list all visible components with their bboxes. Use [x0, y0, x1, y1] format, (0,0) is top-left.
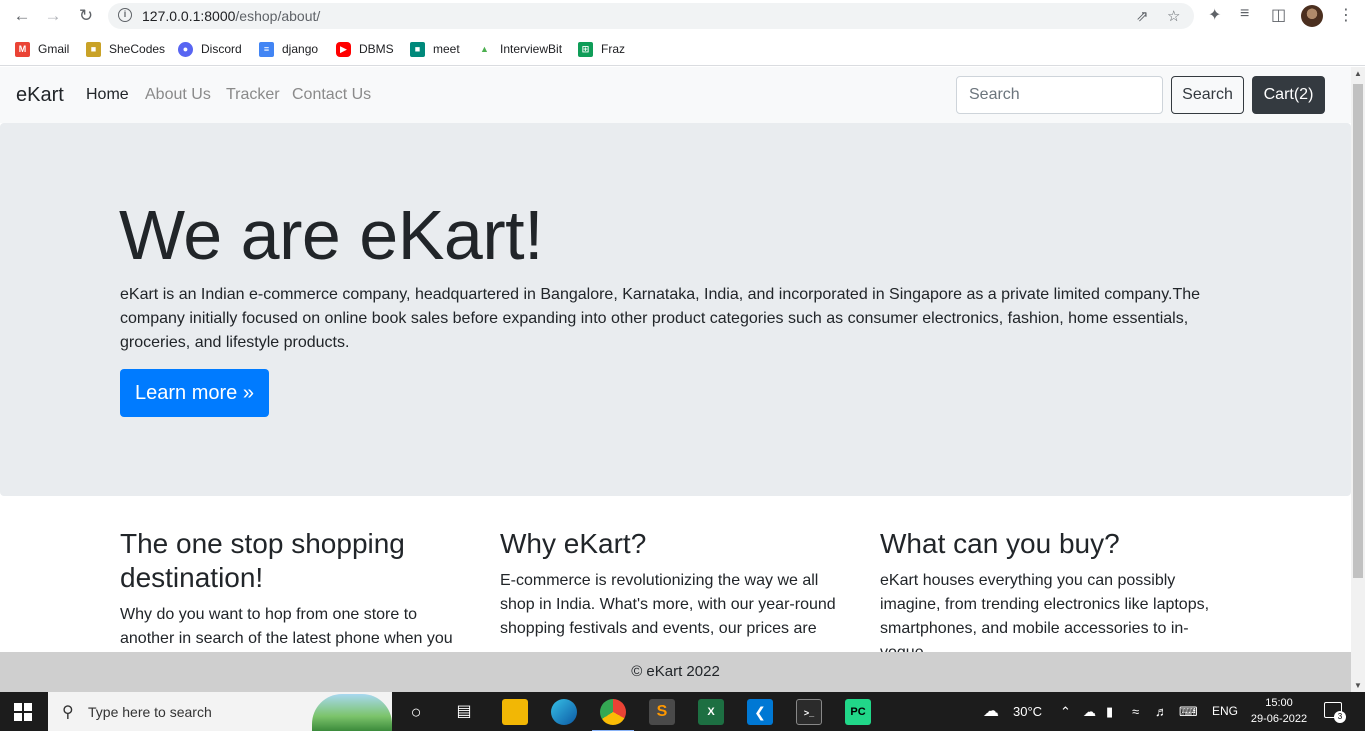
share-icon[interactable]: ⇗: [1136, 7, 1149, 25]
file-explorer-icon[interactable]: [502, 699, 528, 725]
profile-avatar[interactable]: [1301, 5, 1323, 27]
browser-toolbar: ← → ↻ i 127.0.0.1:8000/eshop/about/ ⇗ ☆ …: [0, 0, 1365, 32]
feature-text: eKart houses everything you can possibly…: [880, 572, 1210, 661]
bookmark-django[interactable]: ≡ django: [259, 40, 318, 58]
cortana-icon[interactable]: ○: [403, 699, 429, 725]
feature-column-3: What can you buy? eKart houses everythin…: [880, 527, 1230, 665]
extensions-icon[interactable]: ✦: [1208, 5, 1221, 25]
scroll-down-icon[interactable]: ▼: [1354, 681, 1362, 690]
pycharm-icon[interactable]: PC: [845, 699, 871, 725]
meet-icon: ■: [410, 41, 425, 57]
bookmark-dbms[interactable]: ▶ DBMS: [336, 40, 394, 58]
site-footer: © eKart 2022: [0, 652, 1351, 692]
system-clock[interactable]: 15:00 29-06-2022: [1244, 695, 1314, 727]
url-path: /eshop/about/: [235, 8, 321, 24]
address-bar[interactable]: i 127.0.0.1:8000/eshop/about/ ⇗ ☆: [108, 3, 1194, 29]
page-scrollbar[interactable]: ▲ ▼: [1351, 67, 1365, 692]
media-queue-icon[interactable]: ≡: [1240, 5, 1249, 23]
feature-title: The one stop shopping destination!: [120, 528, 405, 593]
forward-arrow-icon[interactable]: →: [42, 5, 64, 27]
bookmark-label: meet: [433, 42, 460, 56]
tray-expand-icon[interactable]: ⌃: [1060, 704, 1071, 720]
url-text[interactable]: 127.0.0.1:8000/eshop/about/: [142, 8, 320, 24]
bookmarks-bar: M Gmail ■ SheCodes ● Discord ≡ django ▶ DBMS …: [0, 32, 1365, 66]
bookmark-gmail[interactable]: M Gmail: [15, 40, 69, 58]
bookmark-label: Discord: [201, 42, 242, 56]
feature-text: Why do you want to hop from one store to…: [120, 606, 453, 647]
hero-title: We are eKart!: [119, 196, 544, 274]
wifi-icon[interactable]: ≈: [1132, 704, 1139, 719]
windows-taskbar: ⚲ Type here to search ○ ▤ S X ❮ >_ PC ☁ …: [0, 692, 1365, 731]
bookmark-meet[interactable]: ■ meet: [410, 40, 460, 58]
nav-link-contact[interactable]: Contact Us: [292, 86, 371, 104]
onedrive-icon[interactable]: ☁: [1083, 704, 1096, 720]
bookmark-label: SheCodes: [109, 42, 166, 56]
terminal-icon[interactable]: >_: [796, 699, 822, 725]
feature-column-2: Why eKart? E-commerce is revolutionizing…: [500, 527, 850, 641]
sheets-icon: ⊞: [578, 41, 593, 57]
bookmark-label: InterviewBit: [500, 42, 563, 56]
back-arrow-icon[interactable]: ←: [11, 5, 33, 27]
bookmark-label: Gmail: [38, 42, 70, 56]
feature-column-1: The one stop shopping destination! Why d…: [120, 527, 470, 651]
hero-description: eKart is an Indian e-commerce company, h…: [120, 286, 1201, 351]
taskbar-search[interactable]: ⚲ Type here to search: [48, 692, 392, 731]
feature-title: Why eKart?: [500, 528, 647, 559]
vscode-icon[interactable]: ❮: [747, 699, 773, 725]
scrollbar-thumb[interactable]: [1353, 84, 1363, 578]
bookmark-label: django: [282, 42, 319, 56]
battery-icon[interactable]: ▮: [1106, 704, 1113, 720]
youtube-icon: ▶: [336, 41, 351, 57]
learn-more-button[interactable]: Learn more »: [120, 369, 269, 417]
search-button[interactable]: Search: [1171, 76, 1244, 114]
bookmark-label: DBMS: [359, 42, 394, 56]
excel-icon[interactable]: X: [698, 699, 724, 725]
keyboard-icon[interactable]: ⌨: [1179, 704, 1198, 720]
site-navbar: eKart Home About Us Tracker Contact Us S…: [0, 67, 1351, 123]
interviewbit-icon: ▲: [477, 41, 492, 57]
bookmark-star-icon[interactable]: ☆: [1167, 7, 1180, 25]
search-highlight-image: [312, 694, 392, 731]
search-input[interactable]: [956, 76, 1163, 114]
chrome-icon[interactable]: [592, 699, 634, 731]
search-icon: ⚲: [62, 704, 74, 721]
task-view-icon[interactable]: ▤: [451, 699, 477, 725]
nav-link-tracker[interactable]: Tracker: [226, 86, 280, 104]
bookmark-fraz[interactable]: ⊞ Fraz: [578, 40, 625, 58]
notification-badge: 3: [1334, 711, 1346, 723]
nav-link-home[interactable]: Home: [86, 86, 129, 104]
menu-kebab-icon[interactable]: ⋮: [1338, 5, 1354, 25]
clock-date: 29-06-2022: [1250, 713, 1308, 725]
hero-jumbotron: We are eKart! eKart is an Indian e-comme…: [0, 123, 1351, 496]
reload-icon[interactable]: ↻: [75, 5, 97, 27]
scroll-up-icon[interactable]: ▲: [1354, 69, 1362, 78]
bookmark-interviewbit[interactable]: ▲ InterviewBit: [477, 40, 562, 58]
feature-title: What can you buy?: [880, 528, 1120, 559]
url-host: 127.0.0.1:8000: [142, 8, 236, 24]
discord-icon: ●: [178, 41, 193, 57]
bookmark-label: Fraz: [601, 42, 625, 56]
docs-icon: ≡: [259, 41, 274, 57]
windows-start-icon[interactable]: [14, 703, 32, 721]
info-icon[interactable]: i: [118, 8, 132, 22]
page-viewport: eKart Home About Us Tracker Contact Us S…: [0, 67, 1351, 692]
site-brand[interactable]: eKart: [16, 84, 64, 107]
feature-text: E-commerce is revolutionizing the way we…: [500, 572, 836, 637]
edge-icon[interactable]: [551, 699, 577, 725]
bookmark-shecodes[interactable]: ■ SheCodes: [86, 40, 165, 58]
cart-button[interactable]: Cart(2): [1252, 76, 1325, 114]
gmail-icon: M: [15, 41, 30, 57]
sublime-text-icon[interactable]: S: [649, 699, 675, 725]
bookmark-discord[interactable]: ● Discord: [178, 40, 242, 58]
taskbar-search-text: Type here to search: [88, 704, 212, 720]
side-panel-icon[interactable]: ◫: [1271, 5, 1286, 25]
language-indicator[interactable]: ENG: [1212, 704, 1238, 718]
nav-link-about[interactable]: About Us: [145, 86, 211, 104]
weather-cloud-icon[interactable]: ☁: [983, 701, 999, 721]
clock-time: 15:00: [1265, 697, 1293, 709]
weather-temperature[interactable]: 30°C: [1013, 704, 1042, 719]
shecodes-icon: ■: [86, 41, 101, 57]
volume-icon[interactable]: ♬: [1155, 704, 1168, 719]
